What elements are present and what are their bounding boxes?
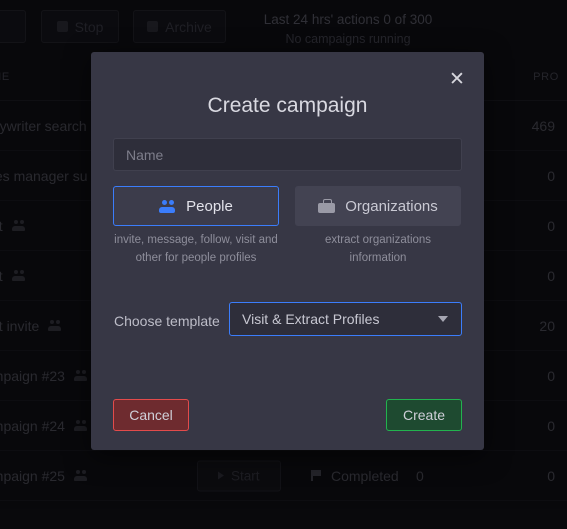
close-icon[interactable]: ✕ bbox=[444, 66, 470, 92]
dialog-title: Create campaign bbox=[207, 94, 368, 117]
template-label: Choose template bbox=[114, 313, 220, 329]
chevron-down-icon bbox=[438, 316, 448, 322]
people-icon bbox=[159, 199, 176, 213]
cancel-button[interactable]: Cancel bbox=[113, 399, 189, 431]
template-select-value: Visit & Extract Profiles bbox=[242, 311, 380, 327]
campaign-type-people-button[interactable]: People bbox=[113, 186, 279, 226]
create-button[interactable]: Create bbox=[386, 399, 462, 431]
campaign-type-organizations-description: extract organizations information bbox=[324, 234, 432, 264]
campaign-type-people-label: People bbox=[186, 197, 233, 215]
campaign-type-people-description: invite, message, follow, visit and other… bbox=[114, 234, 278, 264]
campaign-name-input[interactable] bbox=[113, 138, 462, 171]
create-campaign-dialog: ✕ Create campaign People invite, message… bbox=[91, 52, 484, 450]
campaign-type-organizations-label: Organizations bbox=[345, 197, 438, 215]
briefcase-icon bbox=[318, 199, 336, 213]
modal-overlay[interactable]: ✕ Create campaign People invite, message… bbox=[0, 0, 567, 529]
template-select[interactable]: Visit & Extract Profiles bbox=[229, 302, 462, 336]
campaign-type-organizations-button[interactable]: Organizations bbox=[295, 186, 461, 226]
